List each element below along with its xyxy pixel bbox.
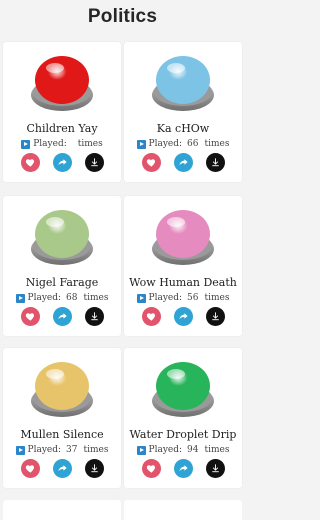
played-label: Played: (27, 445, 62, 455)
download-icon (89, 311, 100, 322)
played-label: Played: (27, 293, 62, 303)
played-count: 66 (187, 139, 199, 149)
heart-icon (25, 311, 36, 322)
played-count: 56 (187, 293, 199, 303)
share-button[interactable] (173, 459, 193, 478)
share-button[interactable] (173, 153, 193, 172)
play-icon (15, 293, 25, 303)
play-icon (136, 445, 146, 455)
sound-button[interactable] (148, 50, 218, 116)
play-icon (21, 139, 31, 149)
card-actions (3, 307, 121, 326)
share-button[interactable] (52, 153, 72, 172)
played-label: Played: (148, 293, 183, 303)
play-icon (136, 139, 146, 149)
download-button[interactable] (205, 307, 225, 326)
favorite-button[interactable] (141, 307, 161, 326)
sound-title: Wow Human Death (129, 276, 237, 289)
share-arrow-icon (57, 311, 68, 322)
download-button[interactable] (84, 153, 104, 172)
sound-button[interactable] (27, 50, 97, 116)
favorite-button[interactable] (141, 153, 161, 172)
download-button[interactable] (205, 459, 225, 478)
played-info: Played: 66 times (124, 139, 242, 149)
share-button[interactable] (52, 307, 72, 326)
card-actions (124, 307, 242, 326)
download-icon (89, 463, 100, 474)
card-actions (124, 153, 242, 172)
sound-card: Mullen Silence Played: 37 times (3, 348, 121, 488)
download-icon (89, 157, 100, 168)
played-count: 94 (187, 445, 199, 455)
played-info: Played: 94 times (124, 445, 242, 455)
played-label: Played: (148, 445, 183, 455)
played-info: Played: 56 times (124, 293, 242, 303)
play-icon (136, 293, 146, 303)
sound-title: Children Yay (26, 122, 98, 135)
sound-card: Nigel Farage Played: 68 times (3, 196, 121, 336)
share-arrow-icon (178, 157, 189, 168)
download-button[interactable] (84, 459, 104, 478)
played-info: Played: times (3, 139, 121, 149)
heart-icon (146, 157, 157, 168)
download-button[interactable] (205, 153, 225, 172)
favorite-button[interactable] (20, 307, 40, 326)
sound-card-partial[interactable] (3, 500, 121, 520)
card-actions (3, 153, 121, 172)
played-label: Played: (33, 139, 67, 149)
card-actions (124, 459, 242, 478)
sound-button[interactable] (27, 356, 97, 422)
sound-title: Ka cHOw (156, 122, 210, 135)
heart-icon (25, 157, 36, 168)
sound-button[interactable] (148, 204, 218, 270)
share-button[interactable] (173, 307, 193, 326)
download-icon (210, 311, 221, 322)
card-actions (3, 459, 121, 478)
sound-card-partial[interactable] (124, 500, 242, 520)
sound-button[interactable] (148, 356, 218, 422)
favorite-button[interactable] (20, 459, 40, 478)
download-button[interactable] (84, 307, 104, 326)
sound-card: Water Droplet Drip Played: 94 times (124, 348, 242, 488)
share-arrow-icon (57, 157, 68, 168)
times-label: times (77, 139, 103, 149)
favorite-button[interactable] (141, 459, 161, 478)
times-label: times (83, 293, 109, 303)
played-label: Played: (148, 139, 183, 149)
favorite-button[interactable] (20, 153, 40, 172)
times-label: times (83, 445, 109, 455)
sound-card: Ka cHOw Played: 66 times (124, 42, 242, 182)
times-label: times (204, 139, 230, 149)
download-icon (210, 463, 221, 474)
sound-card: Children Yay Played: times (3, 42, 121, 182)
heart-icon (146, 311, 157, 322)
sound-card: Wow Human Death Played: 56 times (124, 196, 242, 336)
share-button[interactable] (52, 459, 72, 478)
played-info: Played: 68 times (3, 293, 121, 303)
played-info: Played: 37 times (3, 445, 121, 455)
download-icon (210, 157, 221, 168)
sound-button[interactable] (27, 204, 97, 270)
times-label: times (204, 293, 230, 303)
played-count: 37 (66, 445, 78, 455)
sound-title: Water Droplet Drip (129, 428, 237, 441)
sound-title: Nigel Farage (25, 276, 99, 289)
app-header: Politics (0, 0, 245, 34)
page-title: Politics (87, 6, 158, 27)
share-arrow-icon (178, 463, 189, 474)
share-arrow-icon (57, 463, 68, 474)
play-icon (15, 445, 25, 455)
heart-icon (146, 463, 157, 474)
times-label: times (204, 445, 230, 455)
sound-title: Mullen Silence (20, 428, 104, 441)
share-arrow-icon (178, 311, 189, 322)
played-count: 68 (66, 293, 78, 303)
heart-icon (25, 463, 36, 474)
